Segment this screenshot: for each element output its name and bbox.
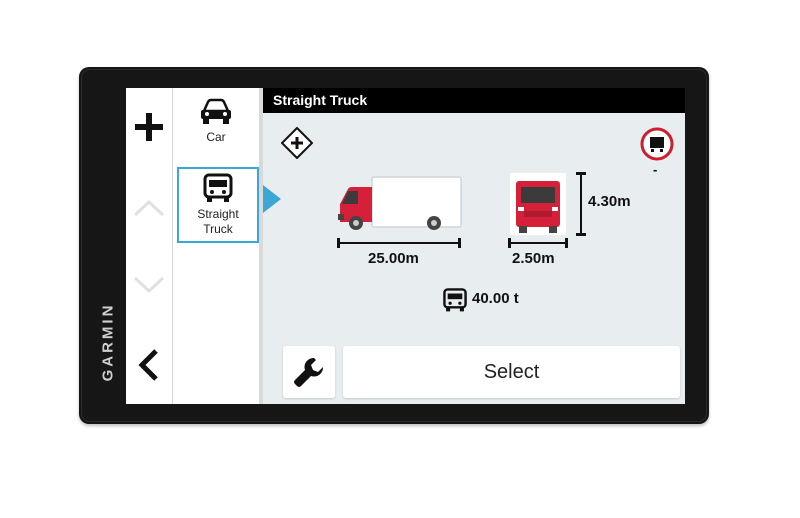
title-bar: Straight Truck [263, 88, 685, 113]
select-button[interactable]: Select [343, 346, 680, 398]
truck-icon [203, 173, 233, 202]
page-title: Straight Truck [273, 92, 368, 108]
vehicle-list: Car Straight Truck [173, 88, 263, 404]
left-control-bar [126, 88, 173, 404]
truck-restriction-icon [640, 127, 674, 161]
selection-pointer [263, 185, 281, 213]
vehicle-item-car[interactable]: Car [173, 98, 259, 145]
back-button[interactable] [126, 340, 172, 390]
add-button[interactable] [126, 102, 172, 152]
plus-icon [135, 113, 163, 141]
settings-button[interactable] [283, 346, 335, 398]
chevron-up-icon [133, 199, 165, 217]
restriction-value: - [653, 162, 658, 177]
brand-logo: GARMIN [99, 302, 117, 382]
vehicle-item-straight-truck[interactable]: Straight Truck [177, 167, 259, 243]
truck-front-view-icon [510, 173, 566, 235]
chevron-down-icon [133, 276, 165, 294]
width-value: 2.50m [512, 250, 555, 267]
screen: Car Straight Truck Straight Truck - 25.0… [126, 88, 685, 404]
length-value: 25.00m [368, 250, 419, 267]
wrench-icon [294, 357, 324, 387]
vehicle-label-straight-truck: Straight Truck [197, 207, 239, 236]
width-dimension-line [508, 238, 568, 248]
chevron-left-icon [138, 349, 158, 381]
truck-weight-icon [443, 288, 467, 312]
weight-value: 40.00 t [472, 290, 519, 307]
scroll-up-button[interactable] [126, 183, 172, 233]
hazmat-icon[interactable] [281, 127, 313, 159]
truck-side-view-icon [338, 176, 462, 230]
vehicle-label-car: Car [206, 130, 226, 144]
scroll-down-button[interactable] [126, 260, 172, 310]
height-dimension-line [576, 172, 586, 236]
length-dimension-line [337, 238, 461, 248]
car-icon [201, 98, 231, 124]
height-value: 4.30m [588, 193, 631, 210]
